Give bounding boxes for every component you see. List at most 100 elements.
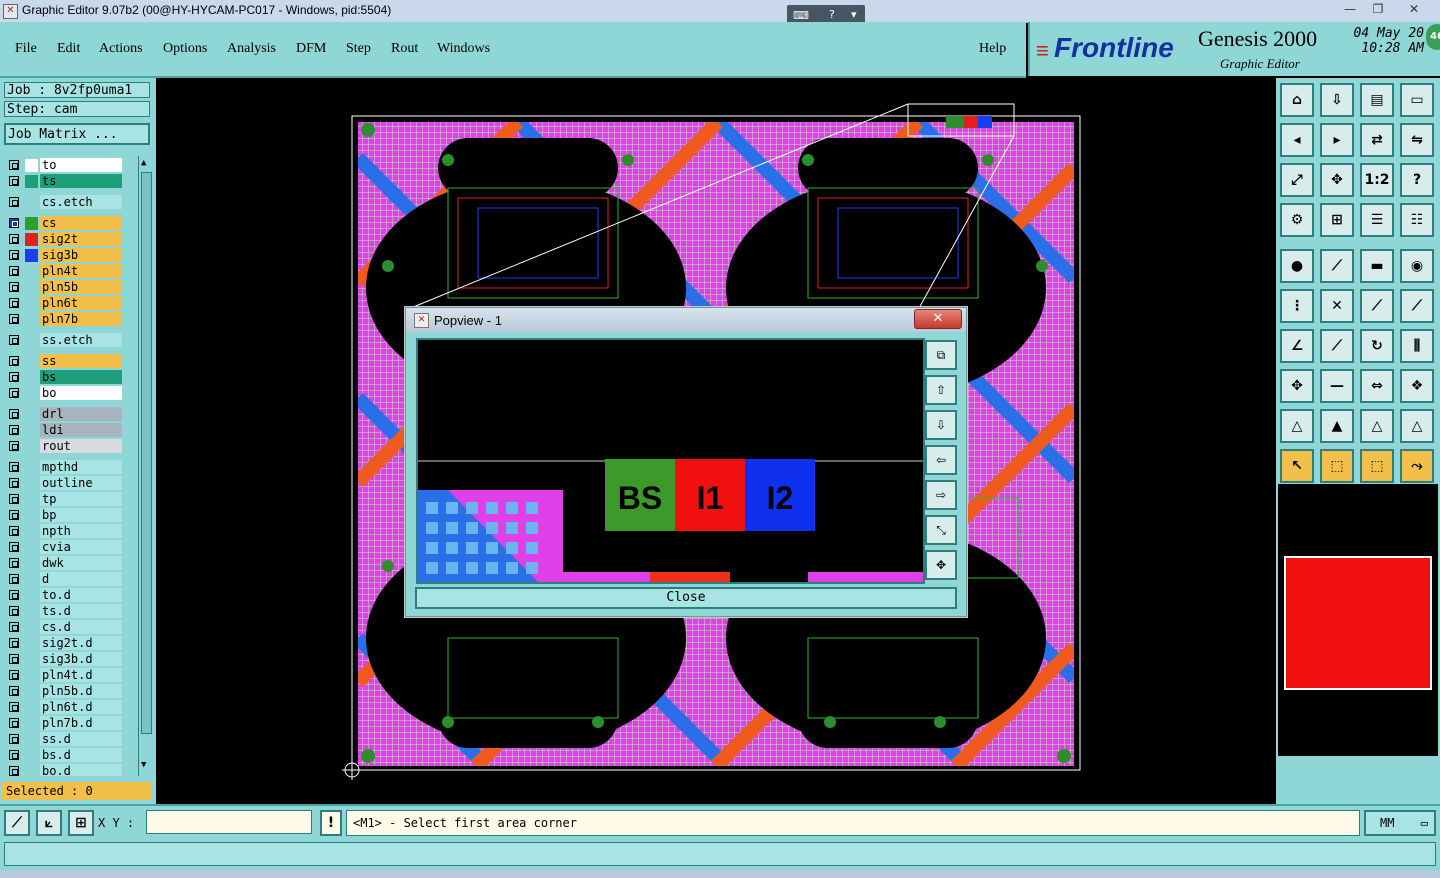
layer-row-drl[interactable]: drl bbox=[4, 407, 124, 422]
layer-row-ts-d[interactable]: ts.d bbox=[4, 604, 124, 619]
layer-row-rout[interactable]: rout bbox=[4, 439, 124, 454]
layer-row-pln6t-d[interactable]: pln6t.d bbox=[4, 700, 124, 715]
save-tool-button[interactable]: ⇩ bbox=[1320, 83, 1354, 117]
rotate-tool-button[interactable]: ↻ bbox=[1360, 329, 1394, 363]
layer-color-swatch[interactable] bbox=[25, 233, 38, 246]
select-tool-button[interactable]: ⬚ bbox=[1320, 449, 1354, 483]
layer-row-tp[interactable]: tp bbox=[4, 492, 124, 507]
popview-close-x-button[interactable]: ✕ bbox=[914, 309, 962, 329]
layer-checkbox[interactable] bbox=[9, 590, 19, 600]
triangle-tool-button[interactable]: △ bbox=[1280, 409, 1314, 443]
menu-dfm[interactable]: DFM bbox=[296, 41, 326, 57]
layer-name[interactable]: outline bbox=[40, 476, 122, 490]
swap-tool-button[interactable]: ⇄ bbox=[1360, 123, 1394, 157]
cross-tool-button[interactable]: ✕ bbox=[1320, 289, 1354, 323]
layer-checkbox[interactable] bbox=[9, 409, 19, 419]
settings-tool-button[interactable]: ⚙ bbox=[1280, 203, 1314, 237]
layer-row-dwk[interactable]: dwk bbox=[4, 556, 124, 571]
layer-name[interactable]: pln5b.d bbox=[40, 684, 122, 698]
layer-name[interactable]: ss.etch bbox=[40, 333, 122, 347]
select-alt-tool-button[interactable]: ⬚ bbox=[1360, 449, 1394, 483]
layer-name[interactable]: npth bbox=[40, 524, 122, 538]
layer-name[interactable]: cvia bbox=[40, 540, 122, 554]
warning-icon[interactable]: ! bbox=[320, 810, 342, 836]
menu-windows[interactable]: Windows bbox=[437, 41, 490, 57]
measure-icon[interactable]: ⟀ bbox=[36, 810, 62, 836]
layer-name[interactable]: to bbox=[40, 158, 122, 172]
layer-name[interactable]: pln6t.d bbox=[40, 700, 122, 714]
layer-name[interactable]: pln7b.d bbox=[40, 716, 122, 730]
triangle-up-tool-button[interactable]: ▲ bbox=[1320, 409, 1354, 443]
layer-color-swatch[interactable] bbox=[25, 175, 38, 188]
menu-options[interactable]: Options bbox=[163, 41, 207, 57]
layer-checkbox[interactable] bbox=[9, 298, 19, 308]
layer-color-swatch[interactable] bbox=[25, 159, 38, 172]
layer-row-cs-d[interactable]: cs.d bbox=[4, 620, 124, 635]
layer-name[interactable]: ts.d bbox=[40, 604, 122, 618]
layer-checkbox[interactable] bbox=[9, 702, 19, 712]
layer-name[interactable]: bo bbox=[40, 386, 122, 400]
xy-input[interactable] bbox=[146, 810, 312, 834]
pad-tool-button[interactable]: ● bbox=[1280, 249, 1314, 283]
layer-name[interactable]: bs bbox=[40, 370, 122, 384]
popview-pan-up-button[interactable]: ⇧ bbox=[925, 375, 957, 405]
layer-name[interactable]: pln4t bbox=[40, 264, 122, 278]
layer-name[interactable]: d bbox=[40, 572, 122, 586]
scroll-thumb[interactable] bbox=[141, 172, 152, 734]
popview-pan-left-button[interactable]: ⇦ bbox=[925, 445, 957, 475]
grid-snap-icon[interactable]: ⊞ bbox=[68, 810, 94, 836]
layer-name[interactable]: to.d bbox=[40, 588, 122, 602]
layer-row-bo-d[interactable]: bo.d bbox=[4, 764, 124, 776]
layer-checkbox[interactable] bbox=[9, 734, 19, 744]
layer-row-pln4t[interactable]: pln4t bbox=[4, 264, 124, 279]
layer-checkbox[interactable] bbox=[9, 750, 19, 760]
popview-pan-down-button[interactable]: ⇩ bbox=[925, 410, 957, 440]
layer-row-ts[interactable]: ts bbox=[4, 174, 124, 189]
layer-checkbox[interactable] bbox=[9, 510, 19, 520]
window-tool-button[interactable]: ▭ bbox=[1400, 83, 1434, 117]
layer-name[interactable]: mpthd bbox=[40, 460, 122, 474]
layer-checkbox[interactable] bbox=[9, 638, 19, 648]
layer-name[interactable]: bp bbox=[40, 508, 122, 522]
layer-name[interactable]: cs.d bbox=[40, 620, 122, 634]
layer-row-sig2t[interactable]: sig2t bbox=[4, 232, 124, 247]
grid-tool-button[interactable]: ⊞ bbox=[1320, 203, 1354, 237]
scroll-down-icon[interactable]: ▼ bbox=[141, 760, 146, 770]
layer-row-npth[interactable]: npth bbox=[4, 524, 124, 539]
scroll-up-icon[interactable]: ▲ bbox=[141, 158, 146, 168]
menu-analysis[interactable]: Analysis bbox=[227, 41, 276, 57]
menu-step[interactable]: Step bbox=[346, 41, 371, 57]
layer-row-sig3b-d[interactable]: sig3b.d bbox=[4, 652, 124, 667]
line-draw-tool-button[interactable]: ⟋ bbox=[1320, 249, 1354, 283]
layer-row-ldi[interactable]: ldi bbox=[4, 423, 124, 438]
layer-checkbox[interactable] bbox=[9, 250, 19, 260]
layer-name[interactable]: cs bbox=[40, 216, 122, 230]
layer-checkbox[interactable] bbox=[9, 160, 19, 170]
layer-name[interactable]: ts bbox=[40, 174, 122, 188]
layer-row-pln7b-d[interactable]: pln7b.d bbox=[4, 716, 124, 731]
layer-checkbox[interactable] bbox=[9, 766, 19, 776]
layer-name[interactable]: sig2t.d bbox=[40, 636, 122, 650]
layer-name[interactable]: pln5b bbox=[40, 280, 122, 294]
layer-row-cvia[interactable]: cvia bbox=[4, 540, 124, 555]
snap-mode-icon[interactable]: ⟋ bbox=[4, 810, 30, 836]
layer-row-ss-d[interactable]: ss.d bbox=[4, 732, 124, 747]
edge-tool-button[interactable]: ⟋ bbox=[1360, 289, 1394, 323]
layer-row-ss-etch[interactable]: ss.etch bbox=[4, 333, 124, 348]
node-tool-button[interactable]: ⋮ bbox=[1280, 289, 1314, 323]
layer-name[interactable]: rout bbox=[40, 439, 122, 453]
layer-name[interactable]: pln7b bbox=[40, 312, 122, 326]
help-icon[interactable]: ? bbox=[829, 8, 835, 21]
menu-actions[interactable]: Actions bbox=[99, 41, 143, 57]
layer-row-bs[interactable]: bs bbox=[4, 370, 124, 385]
layer-checkbox[interactable] bbox=[9, 234, 19, 244]
layer-name[interactable]: sig3b bbox=[40, 248, 122, 262]
layer-checkbox[interactable] bbox=[9, 176, 19, 186]
layer-checkbox[interactable] bbox=[9, 558, 19, 568]
route-tool-button[interactable]: ⤳ bbox=[1400, 449, 1434, 483]
layer-row-bo[interactable]: bo bbox=[4, 386, 124, 401]
layer-row-sig2t-d[interactable]: sig2t.d bbox=[4, 636, 124, 651]
layer-row-cs-etch[interactable]: cs.etch bbox=[4, 195, 124, 210]
restore-button[interactable]: ❐ bbox=[1364, 0, 1392, 18]
layer-row-to-d[interactable]: to.d bbox=[4, 588, 124, 603]
